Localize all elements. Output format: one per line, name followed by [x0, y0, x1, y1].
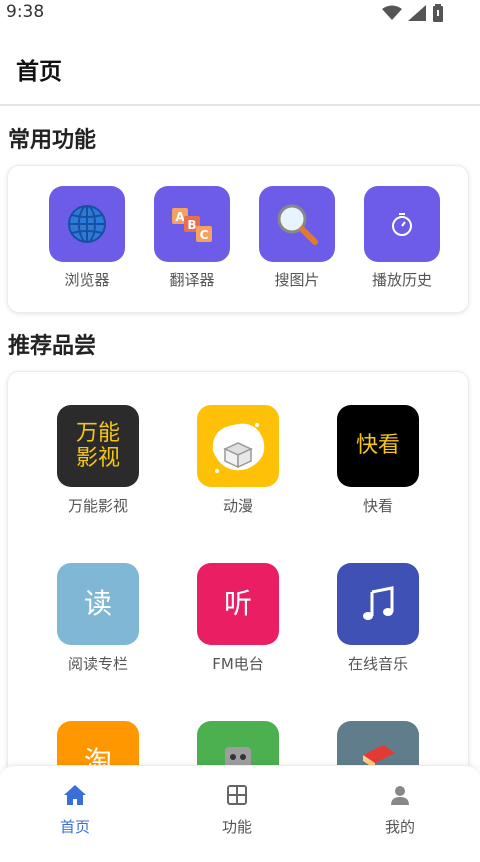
browser-tile[interactable]: 浏览器	[37, 186, 137, 290]
rec-tile-reading[interactable]: 读 阅读专栏	[48, 563, 148, 674]
wifi-icon	[382, 5, 402, 20]
status-bar: 9:38	[0, 0, 480, 26]
page-title: 首页	[16, 59, 62, 85]
rec-tile-movies[interactable]: 万能 影视 万能影视	[48, 405, 148, 516]
box-icon	[197, 405, 279, 487]
rec-tile-anime[interactable]: 动漫	[188, 405, 288, 516]
reading-icon-text: 读	[83, 587, 112, 621]
anime-label: 动漫	[222, 497, 253, 515]
bottom-nav: 首页 功能 我的	[0, 765, 480, 862]
svg-text:C: C	[200, 228, 209, 242]
reading-app-icon: 读	[57, 563, 139, 645]
rec-tile-kuaikan[interactable]: 快看 快看	[328, 405, 428, 516]
kuaikan-label: 快看	[362, 497, 393, 515]
status-time: 9:38	[6, 2, 45, 22]
nav-functions[interactable]: 功能	[197, 784, 277, 837]
magnifier-icon	[259, 186, 335, 262]
nav-profile-label: 我的	[384, 818, 415, 836]
signal-icon	[408, 5, 426, 21]
movies-app-icon: 万能 影视	[57, 405, 139, 487]
nav-home[interactable]: 首页	[35, 784, 115, 837]
browser-label: 浏览器	[64, 271, 110, 289]
rec-tile-fm[interactable]: 听 FM电台	[188, 563, 288, 674]
recommend-card: 万能 影视 万能影视 动漫 快看 快看 读 阅读专栏 听 FM电台 在线音乐 淘	[7, 371, 469, 833]
grid-icon	[227, 785, 247, 805]
reading-label: 阅读专栏	[67, 655, 128, 673]
movies-label: 万能影视	[67, 497, 128, 515]
nav-functions-label: 功能	[221, 818, 252, 836]
stopwatch-icon	[364, 186, 440, 262]
home-icon	[64, 785, 86, 805]
movies-icon-text: 万能 影视	[75, 420, 120, 471]
history-label: 播放历史	[371, 271, 432, 289]
translator-tile[interactable]: A B C 翻译器	[142, 186, 242, 290]
fm-label: FM电台	[212, 655, 264, 673]
music-label: 在线音乐	[347, 655, 408, 673]
app-bar: 首页	[0, 26, 480, 106]
nav-profile[interactable]: 我的	[360, 784, 440, 837]
music-note-icon	[337, 563, 419, 645]
translator-label: 翻译器	[169, 271, 215, 289]
fm-icon-text: 听	[223, 587, 252, 621]
image-search-tile[interactable]: 搜图片	[247, 186, 347, 290]
globe-icon	[49, 186, 125, 262]
rec-tile-music[interactable]: 在线音乐	[328, 563, 428, 674]
fm-app-icon: 听	[197, 563, 279, 645]
common-functions-card: 浏览器 A B C 翻译器 搜图片 播放历史	[7, 165, 469, 313]
status-icons	[382, 4, 444, 22]
battery-icon	[433, 4, 443, 22]
svg-text:A: A	[175, 210, 185, 224]
svg-text:B: B	[187, 218, 196, 232]
person-icon	[391, 786, 409, 805]
history-tile[interactable]: 播放历史	[352, 186, 452, 290]
kuaikan-app-icon: 快看	[337, 405, 419, 487]
abc-blocks-icon: A B C	[154, 186, 230, 262]
image-search-label: 搜图片	[274, 271, 320, 289]
kuaikan-icon-text: 快看	[355, 432, 400, 458]
nav-home-label: 首页	[59, 818, 90, 836]
common-section-title: 常用功能	[8, 128, 97, 153]
recommend-section-title: 推荐品尝	[8, 334, 97, 359]
